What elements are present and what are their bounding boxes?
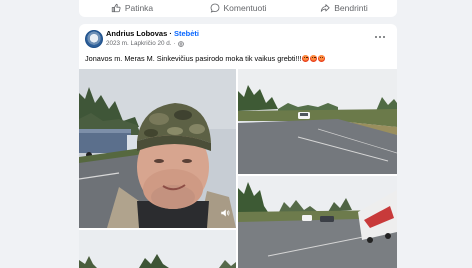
thumbs-up-icon	[111, 3, 121, 12]
post-text: Jonavos m. Meras M. Sinkevičius pasirodo…	[85, 54, 325, 63]
post-text-content: Jonavos m. Meras M. Sinkevičius pasirodo…	[85, 54, 302, 63]
author-name[interactable]: Andrius Lobovas	[106, 29, 167, 38]
author-line: Andrius Lobovas · Stebėti	[106, 29, 199, 38]
photo-grid	[79, 69, 397, 268]
photo-road-car[interactable]	[238, 69, 397, 174]
angry-emoji-icon	[317, 55, 325, 62]
angry-emoji-icon	[302, 55, 310, 62]
meta-separator: ·	[173, 40, 176, 47]
share-label: Bendrinti	[334, 2, 368, 13]
follow-button[interactable]: Stebėti	[174, 29, 199, 38]
speaker-icon[interactable]	[220, 208, 230, 218]
photo-road-truck[interactable]	[238, 176, 397, 268]
post-header: Andrius Lobovas · Stebėti 2023 m. Lapkri…	[79, 24, 397, 52]
post-date[interactable]: 2023 m. Lapkričio 20 d.	[106, 40, 171, 47]
avatar[interactable]	[85, 30, 103, 48]
comment-label: Komentuoti	[223, 2, 267, 13]
share-arrow-icon	[321, 3, 330, 12]
more-options-icon[interactable]	[373, 32, 387, 42]
angry-emoji-icon	[310, 55, 318, 62]
photo-road-trees[interactable]	[79, 230, 236, 268]
photo-video-selfie[interactable]	[79, 69, 236, 228]
like-label: Patinka	[124, 2, 154, 13]
comment-bubble-icon	[210, 3, 219, 13]
globe-icon	[177, 40, 184, 47]
like-button[interactable]: Patinka	[79, 3, 185, 15]
post-card: Andrius Lobovas · Stebėti 2023 m. Lapkri…	[79, 24, 397, 268]
post-meta: 2023 m. Lapkričio 20 d. ·	[106, 40, 184, 47]
share-button[interactable]: Bendrinti	[291, 3, 397, 15]
comment-button[interactable]: Komentuoti	[185, 3, 291, 15]
author-separator: ·	[167, 29, 174, 38]
post-action-bar: Patinka Komentuoti Bendrinti	[79, 0, 397, 17]
